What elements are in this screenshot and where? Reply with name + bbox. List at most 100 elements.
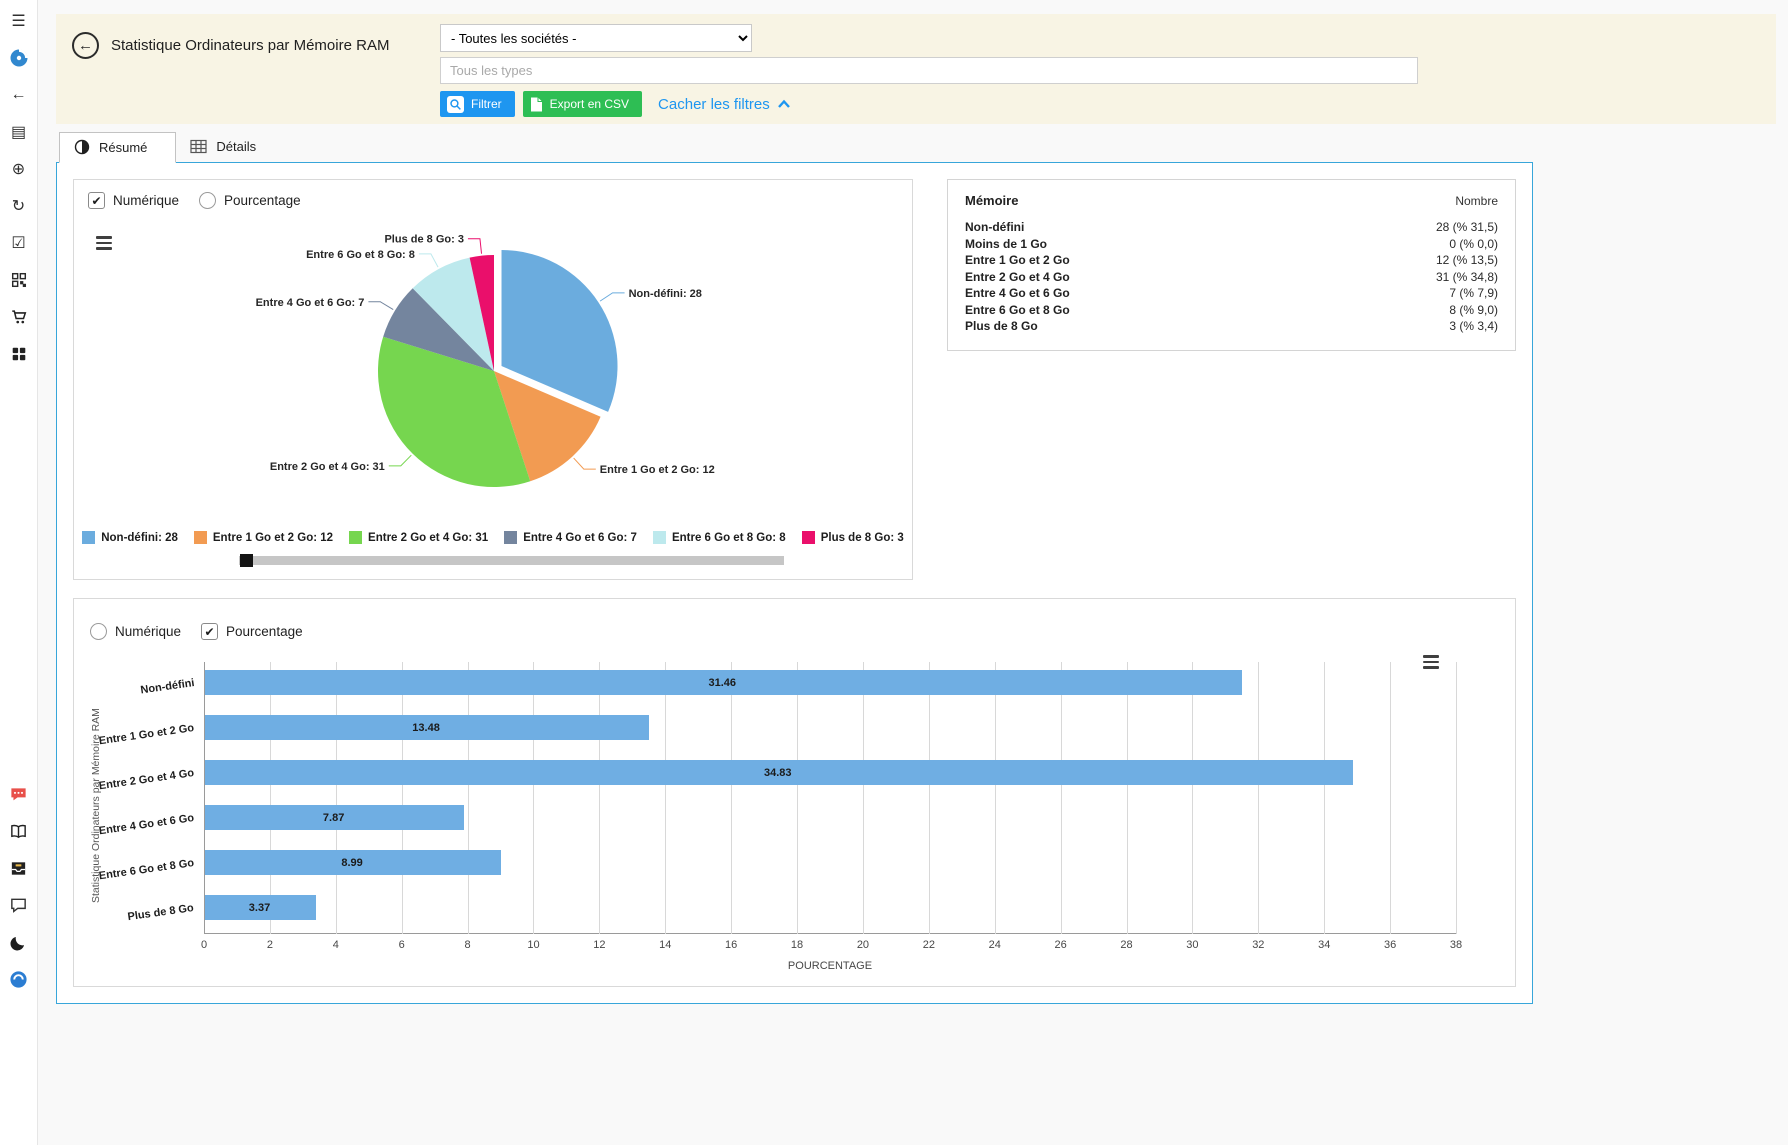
chevron-up-icon (777, 99, 791, 109)
tab-resume[interactable]: Résumé (59, 132, 176, 163)
bar-value-label: 13.48 (412, 722, 440, 734)
gridline (863, 662, 864, 934)
memory-count-value: 7 (% 7,9) (1449, 285, 1498, 302)
pie-label-line (468, 239, 482, 254)
legend-item[interactable]: Entre 4 Go et 6 Go: 7 (504, 531, 637, 544)
export-csv-label: Export en CSV (550, 97, 629, 111)
gridline (929, 662, 930, 934)
back-icon[interactable]: ← (8, 84, 30, 106)
x-tick-label: 38 (1450, 939, 1462, 951)
export-csv-button[interactable]: Export en CSV (523, 91, 642, 117)
pie-chart-menu-icon[interactable] (92, 232, 116, 254)
x-tick-label: 10 (527, 939, 539, 951)
type-filter-input[interactable] (440, 57, 1418, 84)
y-axis-line (204, 662, 205, 934)
memory-range-label: Entre 1 Go et 2 Go (965, 252, 1070, 269)
x-tick-label: 28 (1120, 939, 1132, 951)
tab-details[interactable]: Détails (176, 132, 284, 162)
chart-range-scrollbar[interactable] (239, 554, 784, 567)
menu-icon[interactable]: ☰ (8, 10, 30, 32)
legend-item[interactable]: Entre 6 Go et 8 Go: 8 (653, 531, 786, 544)
x-tick-label: 18 (791, 939, 803, 951)
x-tick-label: 0 (201, 939, 207, 951)
memory-range-label: Entre 6 Go et 8 Go (965, 302, 1070, 319)
table-row: Entre 2 Go et 4 Go31 (% 34,8) (965, 269, 1498, 286)
bar-numeric-option[interactable]: Numérique (90, 623, 181, 640)
comment-icon[interactable] (8, 894, 30, 916)
table-row: Non-défini28 (% 31,5) (965, 219, 1498, 236)
bar-percent-checkbox[interactable]: ✔ (201, 623, 218, 640)
add-icon[interactable]: ⊕ (8, 158, 30, 180)
cart-icon[interactable] (8, 306, 30, 328)
apps-icon[interactable] (8, 343, 30, 365)
main-area: ← Statistique Ordinateurs par Mémoire RA… (38, 0, 1788, 1028)
bar-x-axis-title: POURCENTAGE (204, 960, 1456, 972)
bottom-logo-icon[interactable] (8, 968, 30, 990)
book-icon[interactable] (8, 820, 30, 842)
company-select[interactable]: - Toutes les sociétés - (440, 24, 752, 52)
table-row: Plus de 8 Go3 (% 3,4) (965, 318, 1498, 335)
gridline (599, 662, 600, 934)
filter-button-label: Filtrer (471, 97, 502, 111)
bar-y-axis-title: Statistique Ordinateurs par Mémoire RAM (90, 631, 102, 903)
percent-radio[interactable] (199, 192, 216, 209)
bar-category-label: Entre 6 Go et 8 Go (98, 857, 195, 882)
pie-numeric-option[interactable]: ✔ Numérique (88, 192, 179, 209)
memory-range-label: Entre 4 Go et 6 Go (965, 285, 1070, 302)
percent-label: Pourcentage (224, 193, 301, 208)
legend-swatch (802, 531, 815, 544)
bar-percent-option[interactable]: ✔ Pourcentage (201, 623, 303, 640)
bar-category-label: Plus de 8 Go (127, 902, 195, 923)
x-tick-label: 6 (399, 939, 405, 951)
journal-icon[interactable]: ▤ (8, 121, 30, 143)
table-row: Entre 4 Go et 6 Go 7 (% 7,9) (965, 285, 1498, 302)
x-tick-label: 12 (593, 939, 605, 951)
legend-item[interactable]: Plus de 8 Go: 3 (802, 531, 904, 544)
pie-slice-label: Non-défini: 28 (629, 288, 702, 300)
dark-mode-icon[interactable] (8, 931, 30, 953)
gridline (1061, 662, 1062, 934)
chat-icon[interactable] (8, 783, 30, 805)
legend-swatch (82, 531, 95, 544)
legend-swatch (194, 531, 207, 544)
memoire-rows: Non-défini28 (% 31,5)Moins de 1 Go0 (% 0… (965, 219, 1498, 335)
gridline (1258, 662, 1259, 934)
bar-percent-label: Pourcentage (226, 624, 303, 639)
x-tick-label: 30 (1186, 939, 1198, 951)
scrollbar-thumb[interactable] (240, 554, 253, 567)
csv-file-icon (530, 97, 543, 112)
legend-swatch (653, 531, 666, 544)
hide-filters-link[interactable]: Cacher les filtres (658, 96, 791, 113)
gridline (1127, 662, 1128, 934)
bar-chart-panel: Numérique ✔ Pourcentage Statistique Ordi… (73, 598, 1516, 987)
filter-button[interactable]: Filtrer (440, 91, 515, 117)
legend-swatch (504, 531, 517, 544)
inbox-icon[interactable] (8, 857, 30, 879)
bar-value-label: 7.87 (323, 812, 344, 824)
filter-header: ← Statistique Ordinateurs par Mémoire RA… (56, 14, 1776, 124)
task-icon[interactable]: ☑ (8, 232, 30, 254)
legend-item[interactable]: Non-défini: 28 (82, 531, 178, 544)
qr-code-icon[interactable] (8, 269, 30, 291)
x-tick-label: 36 (1384, 939, 1396, 951)
x-tick-label: 16 (725, 939, 737, 951)
x-tick-label: 34 (1318, 939, 1330, 951)
sync-icon[interactable]: ↻ (8, 195, 30, 217)
logo-icon[interactable] (8, 47, 30, 69)
pie-label-line (389, 455, 412, 466)
pie-legend: Non-défini: 28 Entre 1 Go et 2 Go: 12 Entr… (74, 531, 912, 544)
scrollbar-track[interactable] (239, 556, 784, 565)
memory-count-value: 3 (% 3,4) (1449, 318, 1498, 335)
bar-numeric-label: Numérique (115, 624, 181, 639)
numeric-checkbox[interactable]: ✔ (88, 192, 105, 209)
gridline (1192, 662, 1193, 934)
back-button[interactable]: ← (72, 32, 99, 59)
legend-item[interactable]: Entre 2 Go et 4 Go: 31 (349, 531, 488, 544)
pie-percent-option[interactable]: Pourcentage (199, 192, 301, 209)
memory-table-title: Mémoire (965, 193, 1018, 208)
tab-details-label: Détails (216, 139, 256, 154)
legend-item[interactable]: Entre 1 Go et 2 Go: 12 (194, 531, 333, 544)
memory-count-value: 28 (% 31,5) (1436, 219, 1498, 236)
bar-category-label: Entre 2 Go et 4 Go (98, 767, 195, 792)
gridline (797, 662, 798, 934)
